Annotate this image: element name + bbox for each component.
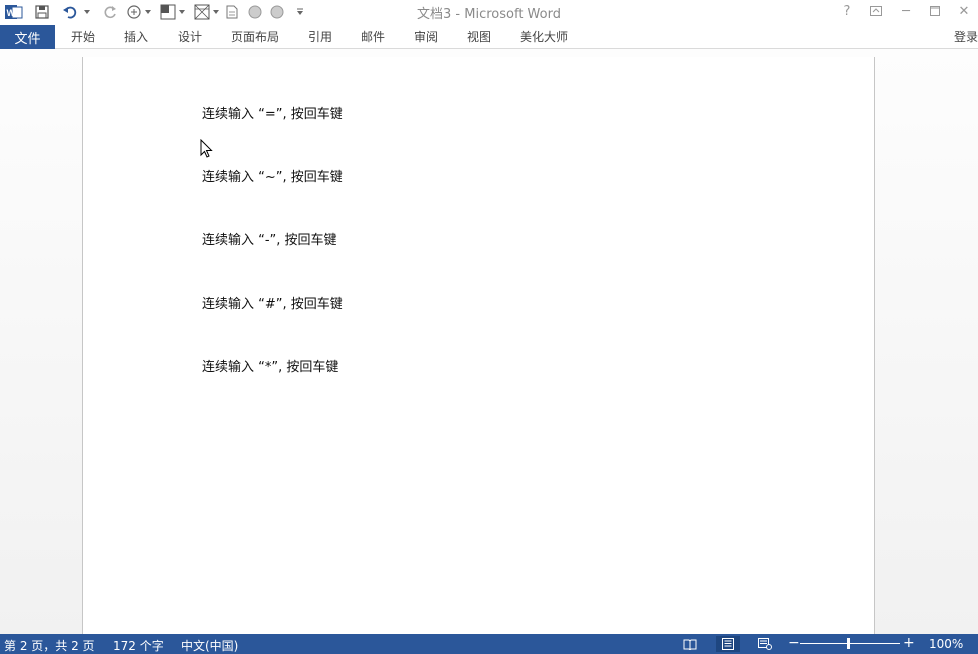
print-layout-icon: [722, 638, 734, 650]
zoom-level[interactable]: 100%: [929, 637, 963, 651]
close-icon: ✕: [958, 3, 970, 19]
zoom-in-button[interactable]: +: [903, 635, 915, 651]
read-mode-button[interactable]: [678, 636, 702, 652]
web-layout-button[interactable]: [753, 636, 777, 652]
ribbon-display-options-button[interactable]: [865, 2, 887, 20]
tab-references[interactable]: 引用: [308, 28, 332, 45]
tab-home[interactable]: 开始: [71, 28, 95, 45]
tab-mailings[interactable]: 邮件: [361, 28, 385, 45]
read-mode-icon: [683, 639, 697, 650]
maximize-button[interactable]: [924, 2, 946, 20]
zoom-slider-track[interactable]: [800, 643, 900, 644]
window-title: 文档3 - Microsoft Word: [417, 7, 561, 22]
print-layout-button[interactable]: [716, 636, 740, 652]
tab-review[interactable]: 审阅: [414, 28, 438, 45]
tab-file[interactable]: 文件: [0, 25, 55, 49]
zoom-out-button[interactable]: −: [788, 635, 800, 651]
minimize-button[interactable]: ─: [895, 2, 917, 20]
tab-page-layout[interactable]: 页面布局: [231, 28, 279, 45]
zoom-slider-thumb[interactable]: [847, 638, 850, 649]
help-button[interactable]: ?: [836, 2, 858, 20]
paragraph[interactable]: 连续输入 “*”, 按回车键: [202, 356, 338, 375]
ribbon-tabs: 文件 开始 插入 设计 页面布局 引用 邮件 审阅 视图 美化大师 登录: [0, 24, 978, 49]
language-indicator[interactable]: 中文(中国): [181, 637, 238, 654]
tab-design[interactable]: 设计: [178, 28, 202, 45]
help-icon: ?: [843, 3, 851, 19]
paragraph[interactable]: 连续输入 “~”, 按回车键: [202, 166, 343, 185]
paragraph[interactable]: 连续输入 “=”, 按回车键: [202, 103, 343, 122]
tab-beautify-master[interactable]: 美化大师: [520, 28, 568, 45]
document-workspace: 连续输入 “=”, 按回车键 连续输入 “~”, 按回车键 连续输入 “-”, …: [0, 49, 978, 634]
title-bar: W 文档3 - Microsoft Word ? ─ ✕: [0, 0, 978, 24]
paragraph[interactable]: 连续输入 “-”, 按回车键: [202, 229, 337, 248]
close-button[interactable]: ✕: [953, 2, 975, 20]
minimize-icon: ─: [902, 3, 910, 19]
status-bar: 第 2 页，共 2 页 172 个字 中文(中国) − + 100%: [0, 634, 978, 654]
tab-view[interactable]: 视图: [467, 28, 491, 45]
web-layout-icon: [758, 638, 772, 650]
paragraph[interactable]: 连续输入 “#”, 按回车键: [202, 293, 343, 312]
maximize-icon: [930, 6, 940, 16]
mouse-pointer-icon: [200, 139, 213, 158]
page-count[interactable]: 第 2 页，共 2 页: [4, 637, 95, 654]
login-link[interactable]: 登录: [954, 28, 978, 45]
ribbon-display-icon: [870, 6, 882, 16]
word-count[interactable]: 172 个字: [113, 637, 164, 654]
tab-insert[interactable]: 插入: [124, 28, 148, 45]
